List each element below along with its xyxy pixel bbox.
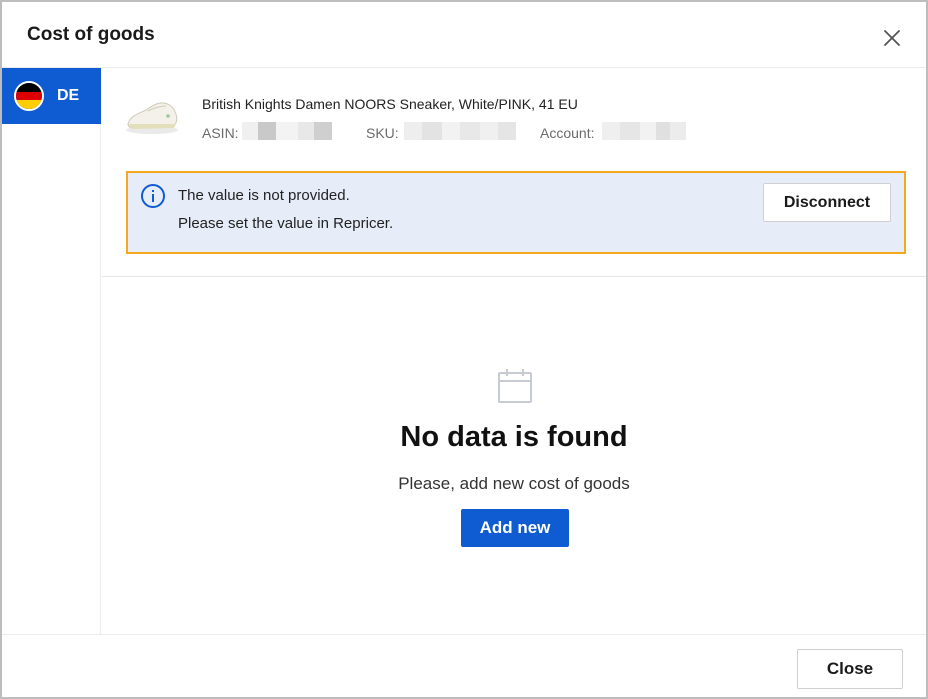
disconnect-button[interactable]: Disconnect — [763, 183, 891, 222]
asin-label: ASIN: — [202, 125, 239, 141]
tab-de[interactable]: DE — [2, 68, 101, 124]
close-icon[interactable] — [880, 26, 904, 50]
marketplace-sidebar: DE — [2, 68, 101, 634]
dialog-title: Cost of goods — [27, 24, 155, 45]
alert-banner: The value is not provided. Please set th… — [126, 171, 906, 254]
empty-state-title: No data is found — [400, 421, 628, 453]
account-label: Account: — [540, 125, 595, 141]
sku-label: SKU: — [366, 125, 399, 141]
account-value-redacted — [602, 122, 686, 140]
product-name: British Knights Damen NOORS Sneaker, Whi… — [202, 96, 578, 112]
empty-state: No data is found Please, add new cost of… — [102, 277, 926, 634]
close-button[interactable]: Close — [797, 649, 903, 689]
calendar-icon — [498, 369, 532, 403]
dialog-content: British Knights Damen NOORS Sneaker, Whi… — [102, 68, 926, 634]
alert-message: The value is not provided. — [178, 187, 350, 204]
cost-of-goods-dialog: Cost of goods DE British Knights Damen N… — [0, 0, 928, 699]
tab-de-label: DE — [57, 87, 80, 104]
add-new-button[interactable]: Add new — [461, 509, 569, 547]
info-icon — [141, 184, 165, 208]
sku-value-redacted — [404, 122, 516, 140]
asin-value-redacted — [242, 122, 332, 140]
product-thumbnail — [126, 102, 178, 134]
germany-flag-icon — [14, 81, 44, 111]
alert-hint: Please set the value in Repricer. — [178, 215, 394, 232]
dialog-footer: Close — [2, 634, 926, 697]
dialog-header: Cost of goods — [2, 2, 926, 68]
empty-state-subtitle: Please, add new cost of goods — [398, 474, 630, 493]
